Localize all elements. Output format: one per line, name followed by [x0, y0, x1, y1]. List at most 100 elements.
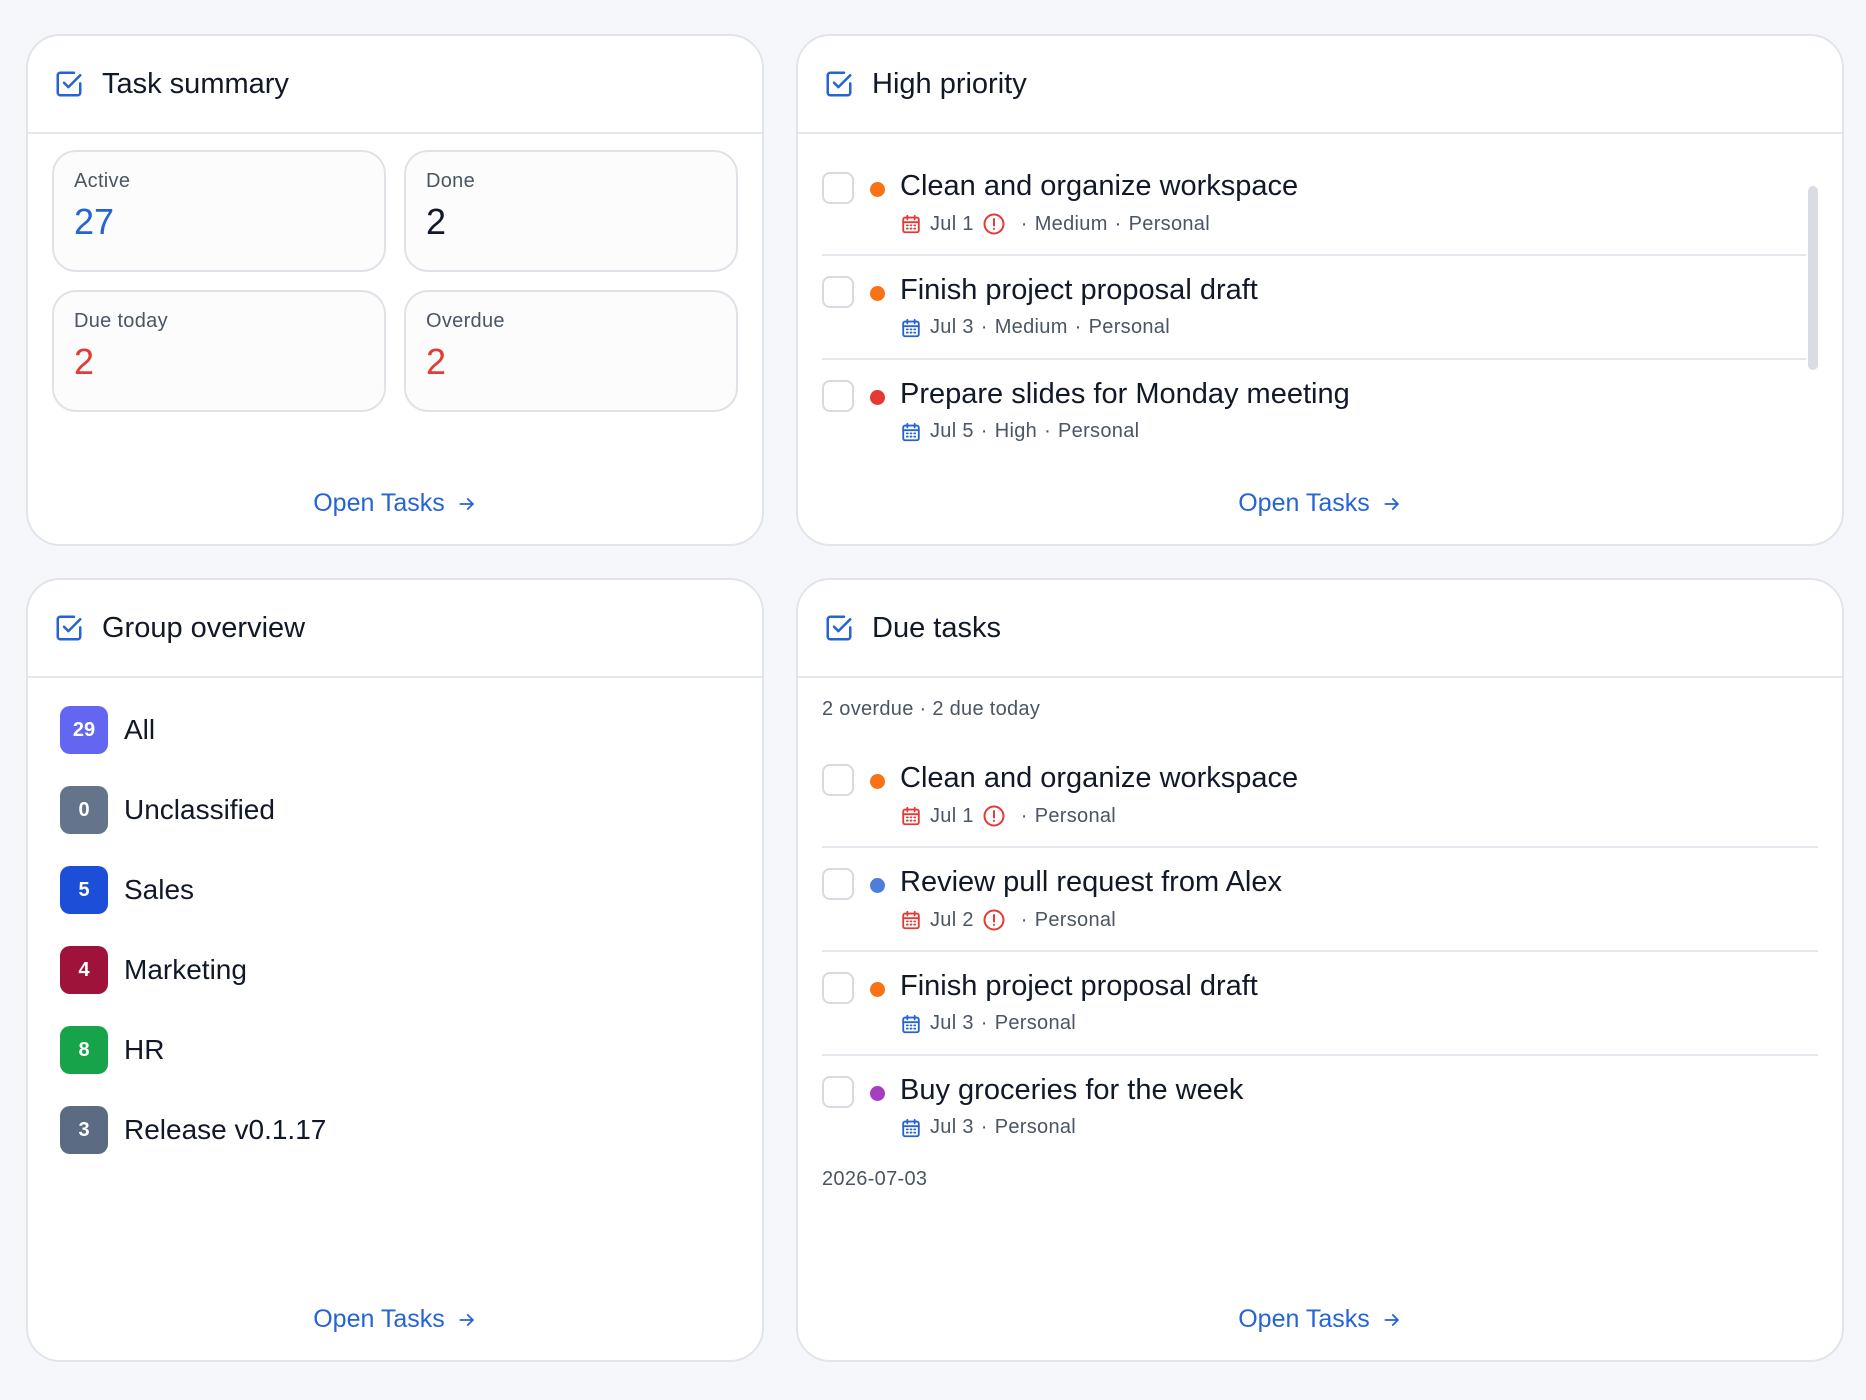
task-date: Jul 3 — [930, 316, 974, 338]
open-tasks-link[interactable]: Open Tasks — [798, 1305, 1842, 1334]
task-priority: Medium — [1034, 212, 1108, 235]
stat-done[interactable]: Done 2 — [404, 150, 738, 272]
group-item[interactable]: 5 Sales — [60, 866, 194, 914]
group-name: Sales — [124, 874, 195, 905]
due-tasks-card: Due tasks 2 overdue · 2 due today Clean … — [796, 578, 1844, 1362]
group-count-badge: 4 — [60, 946, 108, 994]
task-date: Jul 1 — [930, 212, 974, 235]
checkbox-check-icon — [826, 71, 852, 97]
priority-dot — [870, 390, 885, 405]
separator: · — [980, 1116, 988, 1138]
task-meta: Jul 3 · Personal — [900, 1116, 1076, 1139]
group-item[interactable]: 29 All — [60, 706, 155, 754]
calendar-icon — [902, 1014, 920, 1033]
task-meta: Jul 1 · Medium · Personal — [900, 212, 1210, 236]
task-group: Personal — [1058, 420, 1140, 442]
group-name: Release v0.1.17 — [124, 1114, 327, 1145]
group-item[interactable]: 3 Release v0.1.17 — [60, 1106, 326, 1154]
group-item[interactable]: 0 Unclassified — [60, 786, 275, 834]
priority-dot — [870, 286, 885, 301]
separator: · — [1020, 804, 1028, 827]
task-checkbox[interactable] — [822, 764, 854, 796]
card-header: Due tasks — [798, 580, 1842, 678]
stat-label: Active — [74, 170, 131, 192]
calendar-icon — [902, 910, 920, 930]
task-title[interactable]: Finish project proposal draft — [900, 274, 1258, 307]
task-date: Jul 1 — [930, 804, 974, 827]
open-tasks-link[interactable]: Open Tasks — [798, 489, 1842, 518]
stat-active[interactable]: Active 27 — [52, 150, 386, 272]
task-checkbox[interactable] — [822, 868, 854, 900]
divider — [822, 950, 1818, 952]
task-summary-card: Task summary Active 27 Done 2 Due today … — [26, 34, 764, 546]
task-title[interactable]: Finish project proposal draft — [900, 970, 1258, 1003]
arrow-right-icon — [459, 1313, 474, 1326]
alert-circle-icon — [983, 805, 1005, 827]
group-count-badge: 29 — [60, 706, 108, 754]
card-title: High priority — [872, 67, 1027, 100]
date-footer: 2026-07-03 — [822, 1168, 928, 1190]
open-tasks-label: Open Tasks — [313, 1305, 445, 1333]
task-checkbox[interactable] — [822, 1076, 854, 1108]
stat-label: Due today — [74, 310, 168, 332]
due-summary-text: 2 overdue · 2 due today — [822, 698, 1041, 720]
task-title[interactable]: Review pull request from Alex — [900, 866, 1282, 899]
group-item[interactable]: 4 Marketing — [60, 946, 247, 994]
alert-circle-icon — [983, 909, 1005, 931]
stat-due-today[interactable]: Due today 2 — [52, 290, 386, 412]
high-priority-card: High priority Clean and organize workspa… — [796, 34, 1844, 546]
stat-value: 27 — [74, 201, 115, 242]
stat-label: Done — [426, 170, 476, 192]
task-priority: High — [994, 420, 1038, 442]
card-header: Task summary — [28, 36, 762, 134]
divider — [822, 1054, 1818, 1056]
divider — [822, 358, 1806, 360]
task-date: Jul 2 — [930, 908, 974, 931]
stats-grid: Active 27 Done 2 Due today 2 Overdue 2 — [52, 150, 742, 412]
task-title[interactable]: Buy groceries for the week — [900, 1074, 1243, 1107]
task-meta: Jul 5 · High · Personal — [900, 420, 1139, 443]
alert-circle-icon — [983, 213, 1005, 235]
calendar-icon — [902, 214, 920, 234]
priority-dot — [870, 1086, 885, 1101]
group-name: HR — [124, 1034, 165, 1065]
separator: · — [980, 316, 988, 338]
task-group: Personal — [994, 1012, 1077, 1034]
task-checkbox[interactable] — [822, 172, 854, 204]
task-checkbox[interactable] — [822, 380, 854, 412]
task-title[interactable]: Clean and organize workspace — [900, 762, 1298, 795]
group-item[interactable]: 8 HR — [60, 1026, 164, 1074]
checkbox-check-icon — [56, 615, 82, 641]
task-group: Personal — [1034, 804, 1117, 827]
stat-value: 2 — [74, 341, 95, 382]
stat-value: 2 — [426, 201, 447, 242]
task-meta: Jul 1 · Personal — [900, 804, 1116, 828]
task-title[interactable]: Prepare slides for Monday meeting — [900, 378, 1350, 411]
open-tasks-link[interactable]: Open Tasks — [28, 489, 762, 518]
checkbox-check-icon — [826, 615, 852, 641]
arrow-right-icon — [459, 497, 474, 510]
task-group: Personal — [1088, 316, 1170, 338]
separator: · — [1114, 212, 1122, 235]
separator: · — [1020, 212, 1028, 235]
scrollbar[interactable] — [1808, 186, 1818, 370]
card-title: Task summary — [102, 67, 289, 100]
task-meta: Jul 3 · Medium · Personal — [900, 316, 1170, 339]
group-count-badge: 8 — [60, 1026, 108, 1074]
arrow-right-icon — [1384, 1313, 1399, 1326]
priority-dot — [870, 982, 885, 997]
task-group: Personal — [1128, 212, 1210, 235]
task-checkbox[interactable] — [822, 972, 854, 1004]
priority-dot — [870, 878, 885, 893]
open-tasks-link[interactable]: Open Tasks — [28, 1305, 762, 1334]
divider — [822, 254, 1806, 256]
task-checkbox[interactable] — [822, 276, 854, 308]
open-tasks-label: Open Tasks — [1238, 489, 1370, 517]
task-group: Personal — [994, 1116, 1077, 1138]
stat-overdue[interactable]: Overdue 2 — [404, 290, 738, 412]
task-priority: Medium — [994, 316, 1068, 338]
divider — [822, 846, 1818, 848]
group-count-badge: 0 — [60, 786, 108, 834]
card-title: Group overview — [102, 611, 306, 644]
task-title[interactable]: Clean and organize workspace — [900, 170, 1298, 203]
